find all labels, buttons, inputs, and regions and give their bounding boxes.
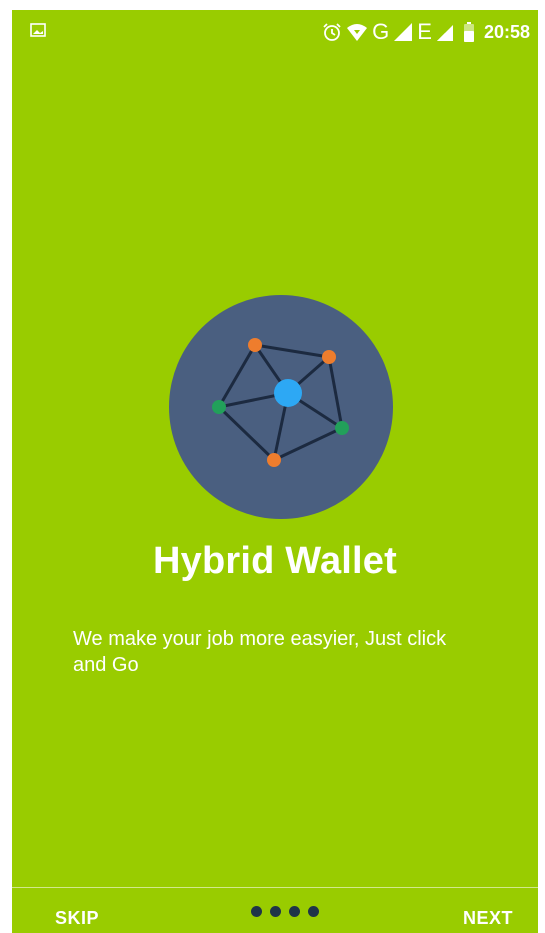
alarm-icon bbox=[322, 21, 342, 43]
page-indicator bbox=[251, 906, 319, 917]
onboarding-description: We make your job more easyier, Just clic… bbox=[73, 628, 447, 676]
page-dot-2[interactable] bbox=[270, 906, 281, 917]
page-dot-3[interactable] bbox=[289, 906, 300, 917]
network-type-e: E bbox=[417, 19, 432, 44]
onboarding-title: Hybrid Wallet bbox=[153, 540, 397, 582]
hero-circle bbox=[169, 295, 393, 519]
node-green-right bbox=[335, 421, 349, 435]
battery-icon bbox=[463, 21, 474, 43]
node-blue-center bbox=[274, 379, 302, 407]
next-button[interactable]: NEXT bbox=[463, 908, 513, 929]
bottom-navigation: SKIP NEXT bbox=[12, 888, 538, 933]
node-green-left bbox=[212, 400, 226, 414]
hero-illustration bbox=[169, 295, 393, 519]
node-orange-top bbox=[248, 338, 262, 352]
node-orange-bottom bbox=[267, 453, 281, 467]
signal-icon bbox=[393, 21, 413, 43]
status-icons: G E 20:58 bbox=[322, 18, 530, 46]
signal-icon-secondary bbox=[436, 21, 454, 43]
page-dot-1[interactable] bbox=[251, 906, 262, 917]
page-dot-4[interactable] bbox=[308, 906, 319, 917]
wifi-icon bbox=[346, 21, 368, 43]
image-icon bbox=[30, 22, 46, 38]
node-orange-right bbox=[322, 350, 336, 364]
network-type-g: G bbox=[372, 19, 390, 44]
network-nodes-icon bbox=[169, 295, 393, 519]
status-time: 20:58 bbox=[483, 21, 530, 42]
skip-button[interactable]: SKIP bbox=[55, 908, 99, 929]
status-bar: G E 20:58 bbox=[12, 10, 538, 54]
onboarding-screen: G E 20:58 Hybrid Wallet We make your job… bbox=[12, 10, 538, 933]
